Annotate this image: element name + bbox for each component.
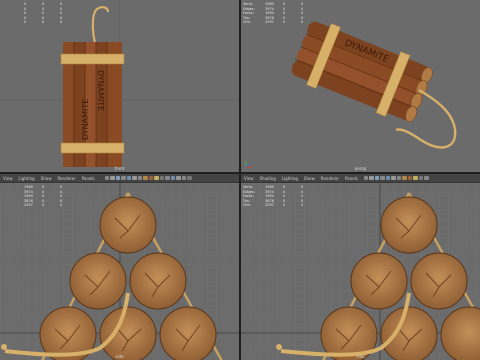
rotate-icon[interactable] — [374, 175, 380, 181]
hud-stats-side-right: Verts: 1980 0 0 Edges: 3974 0 0 Faces: 1994 0 0 T… — [243, 185, 304, 208]
select-icon[interactable] — [363, 175, 369, 181]
select-icon[interactable] — [104, 175, 110, 181]
camera-label-front: front — [114, 166, 125, 171]
menu-view[interactable]: View — [241, 176, 257, 181]
scale-icon[interactable] — [121, 175, 126, 181]
menu-panels[interactable]: Panels — [342, 176, 361, 181]
wireframe-icon[interactable] — [137, 175, 143, 181]
menu-renderer[interactable]: Renderer — [318, 176, 342, 181]
textured-icon[interactable] — [148, 175, 154, 181]
menu-panels[interactable]: Panels — [79, 176, 98, 181]
camera-label-side-left: side — [115, 354, 124, 359]
menu-renderer[interactable]: Renderer — [54, 176, 78, 181]
shaded-icon[interactable] — [143, 175, 148, 181]
stick-label-front-2: DYNAMITE — [81, 99, 90, 140]
rotate-icon[interactable] — [115, 175, 121, 181]
menu-shading[interactable]: Shading — [257, 176, 279, 181]
textured-icon[interactable] — [407, 175, 413, 181]
film-gate-icon[interactable] — [181, 175, 187, 181]
rope-band-bottom — [60, 142, 125, 154]
persp-view-canvas: DYNAMITE — [241, 0, 480, 172]
light-icon[interactable] — [154, 175, 159, 181]
isolate-icon[interactable] — [424, 175, 429, 181]
stick-label-front: DYNAMITE — [96, 70, 105, 111]
move-icon[interactable] — [110, 175, 115, 181]
front-view-canvas: DYNAMITE DYNAMITE — [0, 0, 239, 172]
light-icon[interactable] — [413, 175, 418, 181]
safe-action-icon[interactable] — [187, 175, 192, 181]
resolution-icon[interactable] — [176, 175, 181, 181]
menu-show[interactable]: Show — [38, 176, 55, 181]
rope-band-top — [60, 53, 125, 65]
hud-stats-front: 000 000 000 000 000 — [24, 2, 63, 25]
menu-lighting[interactable]: Lighting — [16, 176, 38, 181]
camera-icon[interactable] — [126, 175, 132, 181]
viewport-side-left[interactable]: View Lighting Show Renderer Panels 1980 … — [0, 174, 239, 360]
menu-lighting[interactable]: Lighting — [279, 176, 301, 181]
side-view-canvas-right — [241, 183, 480, 360]
camera-label-persp: persp — [354, 166, 367, 171]
axis-gizmo-icon — [245, 161, 252, 168]
menu-show[interactable]: Show — [301, 176, 318, 181]
grid-icon[interactable] — [391, 175, 396, 181]
xray-icon[interactable] — [170, 175, 176, 181]
shadow-icon[interactable] — [418, 175, 424, 181]
fuse-tip-right — [276, 344, 282, 350]
viewport-side-right[interactable]: View Shading Lighting Show Renderer Pane… — [241, 174, 480, 360]
camera-icon[interactable] — [385, 175, 391, 181]
menu-view[interactable]: View — [0, 176, 16, 181]
wireframe-icon[interactable] — [396, 175, 402, 181]
viewport-persp[interactable]: DYNAMITE Verts: 1980 0 0 Edges: 3974 0 0 Faces… — [241, 0, 480, 172]
scale-icon[interactable] — [380, 175, 385, 181]
viewport-menubar-left: View Lighting Show Renderer Panels — [0, 174, 239, 183]
fuse-tip-left — [1, 344, 7, 350]
hud-stats-side-left: 1980 0 0 3974 0 0 1994 0 0 3876 0 0 2097 0 0 — [24, 185, 63, 208]
grid-icon[interactable] — [132, 175, 137, 181]
side-view-canvas-left — [0, 183, 239, 360]
shaded-icon[interactable] — [402, 175, 407, 181]
hud-stats-persp: Verts: 1980 0 0 Edges: 3974 0 0 Faces: 1994 0 0 T… — [243, 2, 304, 25]
viewport-menubar-right: View Shading Lighting Show Renderer Pane… — [241, 174, 480, 183]
move-icon[interactable] — [369, 175, 374, 181]
camera-label-side-right: side — [356, 354, 365, 359]
isolate-icon[interactable] — [165, 175, 170, 181]
shadow-icon[interactable] — [159, 175, 165, 181]
viewport-front[interactable]: DYNAMITE DYNAMITE 000 000 000 000 000 fr… — [0, 0, 239, 172]
